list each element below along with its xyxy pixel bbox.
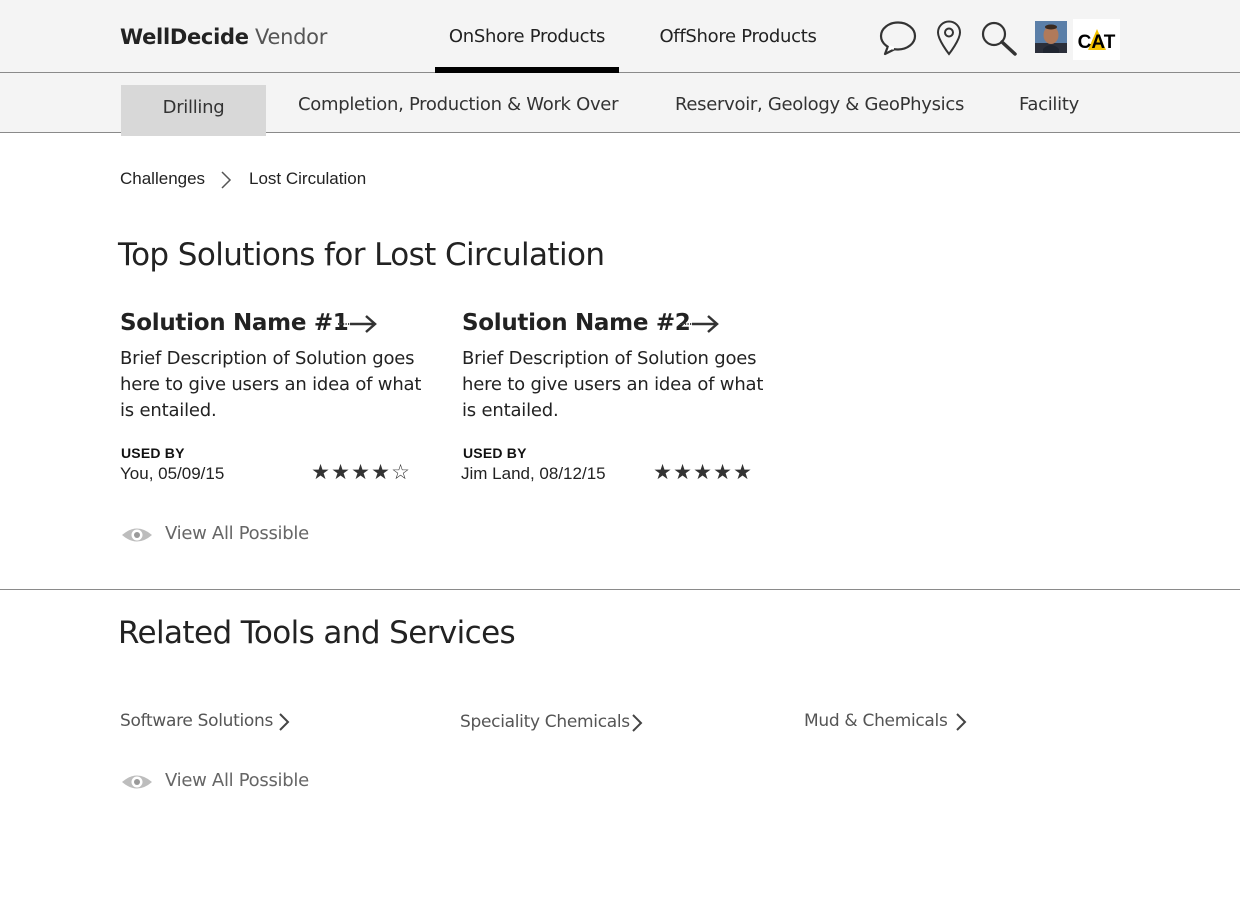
star-filled-icon[interactable]: ★ <box>370 460 390 485</box>
star-filled-icon[interactable]: ★ <box>672 460 692 485</box>
eye-icon <box>121 526 153 549</box>
cat-logo: CAT <box>1073 19 1120 60</box>
top-solutions-title: Top Solutions for Lost Circulation <box>118 237 605 273</box>
tab-onshore-products[interactable]: OnShore Products <box>435 24 619 54</box>
top-navigation-bar: WellDecide Vendor OnShore Products OffSh… <box>0 0 1240 76</box>
arrow-right-icon[interactable] <box>337 314 379 339</box>
solution-name-link[interactable]: Solution Name #2 <box>462 308 691 338</box>
used-by-value: You, 05/09/15 <box>120 464 225 483</box>
star-filled-icon[interactable]: ★ <box>732 460 752 485</box>
subtab-drilling[interactable]: Drilling <box>121 85 266 136</box>
related-link-label: Software Solutions <box>120 711 274 731</box>
chevron-right-icon <box>278 712 290 737</box>
arrow-right-icon[interactable] <box>679 314 721 339</box>
subtab-facility[interactable]: Facility <box>1019 85 1079 125</box>
related-tools-title: Related Tools and Services <box>118 615 516 651</box>
used-by-label: USED BY <box>463 445 527 461</box>
user-avatar[interactable] <box>1035 21 1067 53</box>
used-by-label: USED BY <box>121 445 185 461</box>
star-filled-icon[interactable]: ★ <box>330 460 350 485</box>
view-all-label: View All Possible <box>165 770 309 791</box>
star-filled-icon[interactable]: ★ <box>350 460 370 485</box>
star-filled-icon[interactable]: ★ <box>310 460 330 485</box>
solution-description: Brief Description of Solution goes here … <box>120 348 422 421</box>
chat-icon[interactable] <box>879 20 917 61</box>
star-empty-icon[interactable]: ☆ <box>390 460 410 485</box>
star-filled-icon[interactable]: ★ <box>652 460 672 485</box>
subtab-completion-production-work-over[interactable]: Completion, Production & Work Over <box>298 85 618 125</box>
cat-logo-text: CAT <box>1078 32 1116 53</box>
breadcrumb-challenges[interactable]: Challenges <box>120 168 205 190</box>
solution-name-link[interactable]: Solution Name #1 <box>120 308 349 338</box>
category-navigation: Drilling Completion, Production & Work O… <box>0 73 1240 136</box>
star-filled-icon[interactable]: ★ <box>692 460 712 485</box>
brand-subtitle: Vendor <box>255 25 328 49</box>
location-pin-icon[interactable] <box>935 20 963 61</box>
section-divider <box>0 589 1240 590</box>
solution-description: Brief Description of Solution goes here … <box>462 348 764 421</box>
star-rating[interactable]: ★ ★ ★ ★ ★ <box>652 460 752 485</box>
subtab-reservoir-geology-geophysics[interactable]: Reservoir, Geology & GeoPhysics <box>675 85 964 125</box>
breadcrumb-chevron-icon <box>220 171 232 195</box>
related-link-mud-chemicals[interactable]: Mud & Chemicals <box>804 708 967 736</box>
breadcrumb-lost-circulation: Lost Circulation <box>249 169 367 188</box>
related-link-software-solutions[interactable]: Software Solutions <box>120 708 290 736</box>
star-rating[interactable]: ★ ★ ★ ★ ☆ <box>310 460 410 485</box>
related-link-label: Mud & Chemicals <box>804 711 948 731</box>
brand-name: WellDecide <box>120 25 249 49</box>
chevron-right-icon <box>955 712 967 737</box>
eye-icon <box>121 773 153 796</box>
used-by-value: Jim Land, 08/12/15 <box>461 464 606 483</box>
search-icon[interactable] <box>980 20 1018 61</box>
related-link-label: Speciality Chemicals <box>460 712 630 732</box>
related-link-speciality-chemicals[interactable]: Speciality Chemicals <box>460 709 643 737</box>
view-all-label: View All Possible <box>165 523 309 544</box>
tab-offshore-products[interactable]: OffShore Products <box>650 24 826 54</box>
chevron-right-icon <box>631 713 643 738</box>
app-brand[interactable]: WellDecide Vendor <box>120 24 327 50</box>
star-filled-icon[interactable]: ★ <box>712 460 732 485</box>
